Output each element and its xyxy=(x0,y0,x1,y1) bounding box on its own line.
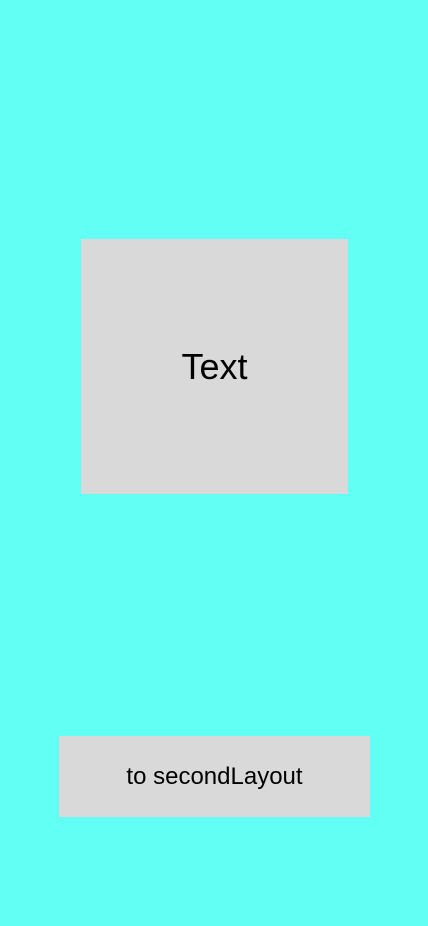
text-box: Text xyxy=(81,239,348,494)
to-second-layout-button-label: to secondLayout xyxy=(126,762,303,790)
text-box-label: Text xyxy=(181,345,248,387)
main-screen: Text to secondLayout xyxy=(0,0,428,926)
to-second-layout-button[interactable]: to secondLayout xyxy=(59,736,370,817)
